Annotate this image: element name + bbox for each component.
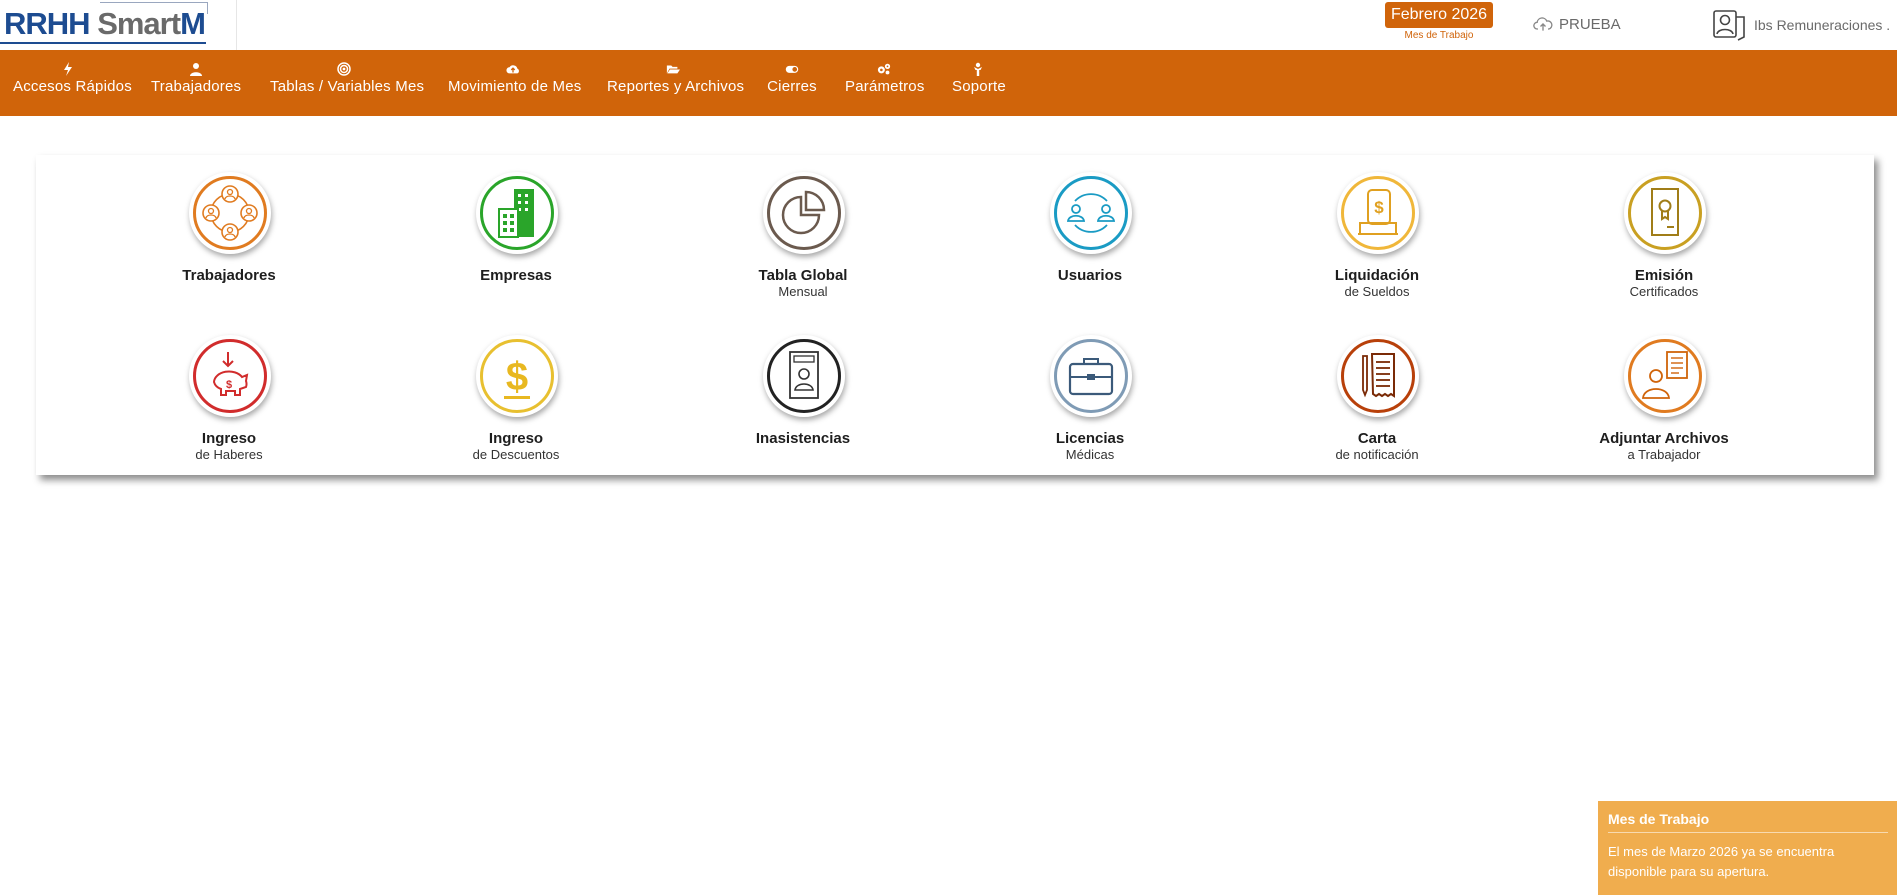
- tile-title: Inasistencias: [755, 430, 851, 447]
- tile-title: Ingreso: [488, 430, 544, 447]
- tile-subtitle: Médicas: [1065, 447, 1115, 462]
- tile-title: Licencias: [1055, 430, 1125, 447]
- logo-text-m: M: [180, 6, 206, 41]
- id-card-icon: [789, 351, 819, 399]
- svg-text:$: $: [506, 355, 528, 399]
- top-header: RRHH SmartM Febrero 2026 Mes de Trabajo …: [0, 0, 1897, 50]
- bolt-icon: [64, 62, 72, 76]
- header-divider: [236, 0, 237, 50]
- users-exchange-icon: [1066, 193, 1116, 233]
- logo-text-main: RRHH: [4, 6, 91, 41]
- notification-toast[interactable]: Mes de Trabajo El mes de Marzo 2026 ya s…: [1598, 801, 1897, 895]
- user-icon: [190, 63, 202, 76]
- nav-trabajadores[interactable]: Trabajadores: [151, 50, 241, 116]
- dollar-icon: $: [504, 355, 530, 399]
- user-menu[interactable]: Ibs Remuneraciones .: [1712, 8, 1890, 42]
- tile-title: Liquidación: [1334, 267, 1420, 284]
- environment-indicator[interactable]: PRUEBA: [1533, 14, 1621, 34]
- logo-text-smart: Smart: [97, 6, 181, 41]
- nav-label: Trabajadores: [151, 78, 242, 95]
- toast-title: Mes de Trabajo: [1608, 811, 1710, 827]
- svg-text:$: $: [1374, 198, 1384, 217]
- tile-title: Empresas: [480, 267, 552, 284]
- nav-label: Reportes y Archivos: [607, 78, 745, 95]
- target-icon: [337, 62, 351, 76]
- working-month-badge[interactable]: Febrero 2026: [1385, 2, 1493, 28]
- tile-usuarios[interactable]: Usuarios: [980, 172, 1200, 322]
- tile-ingreso-haberes[interactable]: $ Ingreso de Haberes: [119, 335, 339, 485]
- tile-title: Tabla Global: [758, 267, 848, 284]
- folder-open-icon: [666, 65, 680, 74]
- tile-subtitle: de Haberes: [195, 447, 263, 462]
- nav-reportes-archivos[interactable]: Reportes y Archivos: [607, 50, 745, 116]
- tile-licencias-medicas[interactable]: Licencias Médicas: [980, 335, 1200, 485]
- cloud-upload-icon: [1533, 17, 1553, 31]
- app-logo[interactable]: RRHH SmartM: [0, 0, 210, 50]
- tile-title: Emisión: [1634, 267, 1694, 284]
- tile-subtitle: Mensual: [778, 284, 828, 299]
- toast-message: El mes de Marzo 2026 ya se encuentra dis…: [1608, 844, 1835, 879]
- tile-trabajadores[interactable]: Trabajadores: [119, 172, 339, 322]
- tile-subtitle: de notificación: [1335, 447, 1419, 462]
- nav-label: Movimiento de Mes: [448, 78, 582, 95]
- tile-title: Adjuntar Archivos: [1599, 430, 1729, 447]
- tile-subtitle: de Descuentos: [472, 447, 560, 462]
- user-card-icon: [1713, 10, 1745, 41]
- working-month-caption: Mes de Trabajo: [1404, 30, 1474, 41]
- tile-subtitle: a Trabajador: [1627, 447, 1701, 462]
- certificate-icon: [1651, 188, 1679, 236]
- logo-underline: [0, 42, 206, 44]
- nav-label: Cierres: [767, 78, 817, 95]
- nav-label: Accesos Rápidos: [13, 78, 132, 95]
- nav-tablas-variables[interactable]: Tablas / Variables Mes: [270, 50, 425, 116]
- tile-adjuntar-archivos[interactable]: Adjuntar Archivos a Trabajador: [1554, 335, 1774, 485]
- tile-emision-certificados[interactable]: Emisión Certificados: [1554, 172, 1774, 322]
- cloud-upload-icon: [506, 65, 519, 74]
- nav-parametros[interactable]: Parámetros: [845, 50, 925, 116]
- buildings-icon: [498, 189, 534, 238]
- tile-title: Ingreso: [201, 430, 257, 447]
- user-file-icon: [1642, 351, 1688, 399]
- tile-subtitle: Certificados: [1629, 284, 1699, 299]
- tile-carta-notificacion[interactable]: Carta de notificación: [1267, 335, 1487, 485]
- briefcase-icon: [1068, 358, 1114, 396]
- people-network-icon: [202, 185, 258, 241]
- nav-label: Parámetros: [845, 78, 925, 95]
- nav-soporte[interactable]: Soporte: [952, 50, 1006, 116]
- svg-text:$: $: [226, 379, 232, 391]
- nav-label: Soporte: [952, 78, 1006, 95]
- nav-cierres[interactable]: Cierres: [767, 50, 817, 116]
- tile-title: Carta: [1357, 430, 1397, 447]
- environment-label: PRUEBA: [1559, 15, 1621, 33]
- support-icon: [974, 62, 982, 76]
- tile-empresas[interactable]: Empresas: [406, 172, 626, 322]
- user-name: Ibs Remuneraciones .: [1754, 17, 1891, 33]
- nav-accesos-rapidos[interactable]: Accesos Rápidos: [13, 50, 132, 116]
- gears-icon: [877, 63, 891, 75]
- piggy-bank-icon: $: [212, 352, 249, 396]
- pie-chart-icon: [781, 190, 826, 235]
- tile-title: Usuarios: [1057, 267, 1123, 284]
- quick-access-panel: Trabajadores Empresas Tabla Global Mensu…: [36, 155, 1874, 475]
- nav-label: Tablas / Variables Mes: [270, 78, 425, 95]
- tile-ingreso-descuentos[interactable]: $ Ingreso de Descuentos: [406, 335, 626, 485]
- tile-title: Trabajadores: [182, 267, 276, 284]
- receipt-icon: [1362, 353, 1395, 398]
- tile-inasistencias[interactable]: Inasistencias: [693, 335, 913, 485]
- tile-liquidacion[interactable]: $ Liquidación de Sueldos: [1267, 172, 1487, 322]
- payslip-icon: $: [1358, 189, 1398, 235]
- main-navbar: Accesos Rápidos Trabajadores Tablas / Va…: [0, 50, 1897, 116]
- toast-divider: [1608, 832, 1888, 833]
- tile-tabla-global[interactable]: Tabla Global Mensual: [693, 172, 913, 322]
- nav-movimiento-mes[interactable]: Movimiento de Mes: [448, 50, 582, 116]
- toggle-icon: [785, 65, 799, 73]
- tile-subtitle: de Sueldos: [1344, 284, 1410, 299]
